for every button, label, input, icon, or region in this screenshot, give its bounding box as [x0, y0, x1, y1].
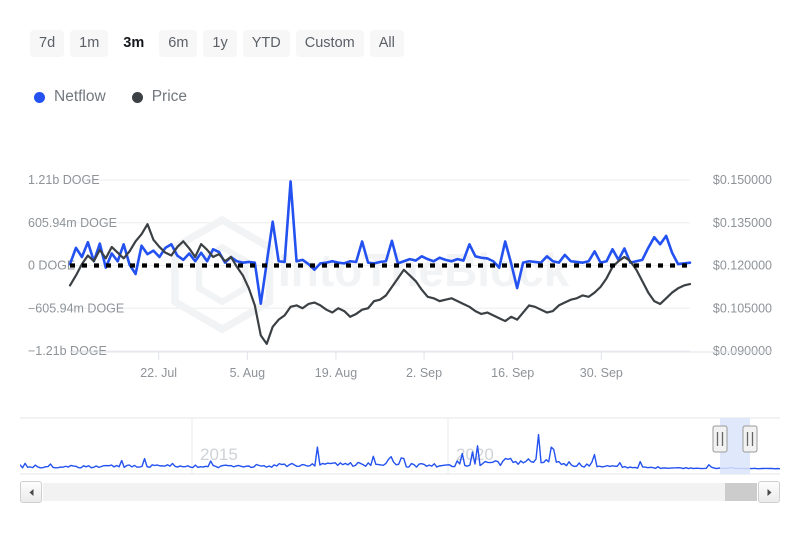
range-button-6m[interactable]: 6m: [159, 30, 198, 57]
legend-dot-icon: [34, 91, 45, 103]
left-axis-tick: −605.94m DOGE: [28, 301, 124, 315]
navigator-year-label: 2015: [200, 445, 238, 464]
navigator-line: [20, 433, 780, 470]
right-axis-tick: $0.105000: [713, 301, 772, 315]
x-axis-tick: 19. Aug: [315, 366, 357, 380]
left-axis-tick: 1.21b DOGE: [28, 173, 100, 187]
main-chart[interactable]: IntoTheBlock 1.21b DOGE 605.94m DOGE 0 DOG…: [0, 150, 800, 390]
navigator-handle-right[interactable]: [742, 425, 758, 453]
watermark-text: IntoTheBlock: [278, 244, 570, 296]
legend-item-netflow[interactable]: Netflow: [34, 88, 106, 106]
range-button-1y[interactable]: 1y: [203, 30, 237, 57]
range-button-7d[interactable]: 7d: [30, 30, 65, 57]
x-axis-tick: 5. Aug: [230, 366, 265, 380]
time-range-selector: 7d 1m 3m 6m 1y YTD Custom All: [30, 30, 404, 57]
x-axis: 22. Jul 5. Aug 19. Aug 2. Sep 16. Sep 30. Sep: [70, 351, 772, 380]
right-axis-tick: $0.090000: [713, 344, 772, 358]
navigator-handle-left[interactable]: [712, 425, 728, 453]
chart-navigator[interactable]: 2015 2020: [20, 412, 780, 484]
legend-dot-icon: [131, 91, 143, 103]
watermark: IntoTheBlock: [171, 215, 570, 334]
left-axis-tick: 605.94m DOGE: [28, 216, 117, 230]
scrollbar-track[interactable]: [43, 483, 757, 501]
legend-item-price[interactable]: Price: [131, 88, 188, 106]
x-axis-tick: 30. Sep: [580, 366, 623, 380]
left-arrow-glyph: [29, 488, 33, 496]
left-axis-tick: −1.21b DOGE: [28, 344, 107, 358]
right-arrow-glyph: [767, 488, 771, 496]
scroll-left-arrow-icon[interactable]: [20, 481, 42, 503]
range-button-1m[interactable]: 1m: [70, 30, 109, 57]
navigator-svg: 2015 2020: [20, 417, 780, 475]
scrollbar-thumb[interactable]: [725, 483, 757, 501]
navigator-year-labels: 2015 2020: [200, 445, 494, 464]
navigator-scrollbar[interactable]: [20, 481, 780, 503]
x-axis-tick: 16. Sep: [491, 366, 534, 380]
x-axis-tick: 22. Jul: [140, 366, 177, 380]
chart-legend: Netflow Price: [34, 88, 187, 106]
right-axis-tick: $0.120000: [713, 259, 772, 273]
left-axis-tick: 0 DOGE: [28, 259, 75, 273]
right-axis-labels: $0.150000 $0.135000 $0.120000 $0.105000 $0.0…: [713, 173, 772, 358]
range-button-custom[interactable]: Custom: [295, 30, 364, 57]
range-button-all[interactable]: All: [369, 30, 404, 57]
scroll-right-arrow-icon[interactable]: [758, 481, 780, 503]
chart-series-lines: [68, 180, 692, 345]
right-axis-tick: $0.150000: [713, 173, 772, 187]
right-axis-tick: $0.135000: [713, 216, 772, 230]
main-chart-svg: IntoTheBlock 1.21b DOGE 605.94m DOGE 0 DOG…: [28, 173, 772, 380]
range-button-ytd[interactable]: YTD: [242, 30, 290, 57]
legend-label: Price: [151, 88, 188, 105]
legend-label: Netflow: [54, 88, 106, 105]
range-button-3m[interactable]: 3m: [114, 30, 154, 57]
x-axis-tick: 2. Sep: [406, 366, 442, 380]
navigator-series-line: [20, 433, 780, 470]
